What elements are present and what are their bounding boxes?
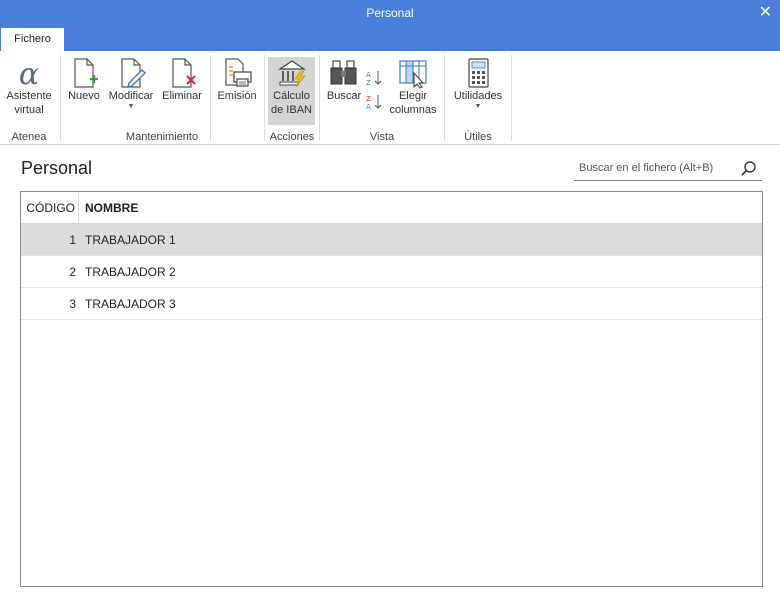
- svg-text:A: A: [366, 71, 371, 79]
- cell-codigo: 3: [69, 297, 76, 311]
- title-bar: Personal ✕: [0, 0, 780, 26]
- column-header-nombre[interactable]: NOMBRE: [85, 192, 138, 224]
- eliminar-button[interactable]: Eliminar: [159, 57, 205, 103]
- sort-ascending-button[interactable]: A Z: [365, 69, 383, 90]
- ribbon-tab-row: Fichero: [0, 26, 780, 51]
- print-icon: [225, 58, 252, 87]
- table-row[interactable]: 2 TRABAJADOR 2: [21, 256, 762, 288]
- nuevo-button[interactable]: Nuevo: [65, 57, 103, 103]
- search-input[interactable]: [574, 157, 734, 179]
- cell-codigo: 2: [69, 265, 76, 279]
- group-label-mantenimiento: Mantenimiento: [125, 131, 199, 143]
- close-icon[interactable]: ✕: [759, 0, 772, 26]
- ribbon-separator: [60, 55, 61, 141]
- page-title: Personal: [21, 158, 93, 178]
- table-row[interactable]: 1 TRABAJADOR 1: [21, 224, 762, 256]
- group-label-acciones: Acciones: [269, 131, 315, 143]
- table-row[interactable]: 3 TRABAJADOR 3: [21, 288, 762, 320]
- ribbon: α Asistente virtual Atenea Nuevo Modific…: [0, 51, 780, 145]
- group-utiles: Utilidades ▼ Útiles: [446, 51, 510, 145]
- utilidades-button[interactable]: Utilidades ▼: [450, 57, 506, 111]
- column-header-codigo[interactable]: CÓDIGO: [21, 192, 79, 224]
- ribbon-separator: [264, 55, 265, 141]
- svg-text:Z: Z: [366, 79, 371, 87]
- edit-document-icon: [121, 58, 146, 88]
- search-box: [574, 157, 762, 181]
- cell-nombre: TRABAJADOR 1: [85, 233, 176, 247]
- sort-az-icon: A Z: [366, 71, 382, 87]
- group-mantenimiento: Nuevo Modificar ▼ Eliminar Emisión Mante…: [62, 51, 257, 145]
- sort-descending-button[interactable]: Z A: [365, 93, 383, 114]
- tab-fichero[interactable]: Fichero: [1, 28, 64, 51]
- delete-document-icon: [172, 58, 196, 88]
- calculator-icon: [468, 58, 489, 88]
- chevron-down-icon: ▼: [474, 103, 482, 110]
- search-icon[interactable]: [740, 160, 758, 178]
- group-atenea: α Asistente virtual Atenea: [0, 51, 58, 145]
- columns-icon: [399, 60, 427, 89]
- calculo-iban-button[interactable]: Cálculo de IBAN: [268, 57, 315, 125]
- ribbon-separator: [444, 55, 445, 141]
- chevron-down-icon: ▼: [127, 103, 135, 110]
- bank-icon: [277, 60, 306, 88]
- ribbon-separator: [210, 55, 211, 141]
- group-label-atenea: Atenea: [11, 131, 47, 143]
- group-acciones: Cálculo de IBAN Acciones: [266, 51, 318, 145]
- grid-header: CÓDIGO NOMBRE: [21, 192, 762, 224]
- cell-codigo: 1: [69, 233, 76, 247]
- modificar-button[interactable]: Modificar ▼: [105, 57, 157, 111]
- svg-text:Z: Z: [366, 95, 371, 103]
- group-label-vista: Vista: [369, 131, 395, 143]
- svg-text:A: A: [366, 103, 371, 111]
- window-title: Personal: [366, 6, 414, 20]
- svg-text:α: α: [19, 57, 39, 89]
- group-vista: Buscar A Z Z A Elegir columnas Vista: [321, 51, 443, 145]
- cell-nombre: TRABAJADOR 2: [85, 265, 176, 279]
- buscar-button[interactable]: Buscar: [324, 57, 364, 103]
- asistente-virtual-button[interactable]: α Asistente virtual: [2, 57, 56, 117]
- ribbon-separator: [511, 55, 512, 141]
- emision-button[interactable]: Emisión: [214, 57, 260, 103]
- alpha-icon: α: [19, 57, 39, 89]
- elegir-columnas-button[interactable]: Elegir columnas: [386, 57, 440, 117]
- data-grid: CÓDIGO NOMBRE 1 TRABAJADOR 1 2 TRABAJADO…: [20, 191, 763, 587]
- binoculars-icon: [330, 60, 357, 85]
- ribbon-separator: [319, 55, 320, 141]
- sort-za-icon: Z A: [366, 95, 382, 111]
- cell-nombre: TRABAJADOR 3: [85, 297, 176, 311]
- new-document-icon: [74, 58, 98, 88]
- group-label-utiles: Útiles: [464, 131, 492, 143]
